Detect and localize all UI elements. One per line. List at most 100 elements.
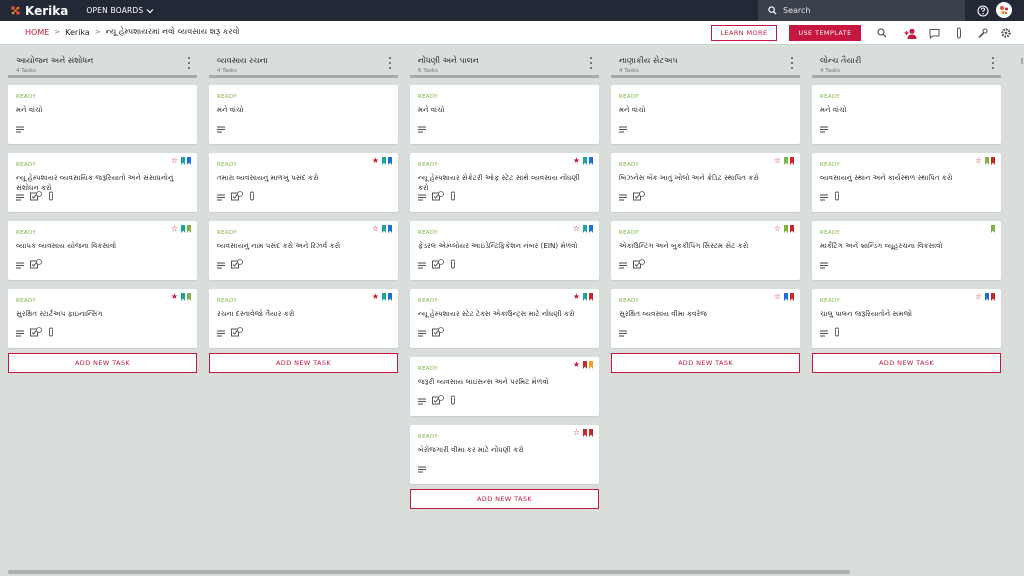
card-title: ફેડરલ એમ્પ્લોયર આઇડેન્ટિફિકેશન નંબર (EIN… (418, 241, 578, 250)
attachment-icon (450, 390, 456, 409)
description-icon (418, 390, 426, 409)
task-card[interactable]: READY મને વાંચો (410, 85, 599, 144)
task-card[interactable]: ☆ READY વ્યાપક વ્યવસાય યોજના વિકસાવો (8, 221, 197, 280)
use-template-button[interactable]: USE TEMPLATE (789, 25, 861, 41)
star-outline-icon[interactable]: ☆ (773, 157, 782, 165)
star-filled-icon[interactable]: ★ (371, 293, 380, 301)
task-card[interactable]: READY માર્કેટિંગ અને બ્રાન્ડિંગ વ્યૂહરચના… (812, 221, 1001, 280)
task-card[interactable]: ☆ READY ન્યૂ હેમ્પશાયર વ્યવસાયિક જરૂરિયાતો… (8, 153, 197, 212)
breadcrumb-home[interactable]: HOME (25, 28, 49, 37)
task-card[interactable]: READY મને વાંચો (812, 85, 1001, 144)
star-outline-icon[interactable]: ☆ (773, 225, 782, 233)
column-menu-icon[interactable] (789, 57, 795, 69)
add-new-task-button[interactable]: ADD NEW TASK (611, 353, 800, 373)
task-card[interactable]: ★ READY તમારા વ્યવસાયનું માળખું પસંદ કરો (209, 153, 398, 212)
task-card[interactable]: ★ READY સુરક્ષિત સ્ટાર્ટઅપ ફાઇનાન્સિંગ (8, 289, 197, 348)
card-title: માર્કેટિંગ અને બ્રાન્ડિંગ વ્યૂહરચના વિકસ… (820, 241, 943, 250)
task-card[interactable]: ☆ READY વ્યવસાયનું નામ પસંદ કરો અને રિઝર્વ… (209, 221, 398, 280)
task-card[interactable]: ☆ READY એકાઉન્ટિંગ અને બુકકીપિંગ સિસ્ટમ સે… (611, 221, 800, 280)
kerika-logo[interactable]: Kerika (10, 0, 68, 21)
blue-tag-icon (187, 157, 191, 165)
star-outline-icon[interactable]: ☆ (974, 293, 983, 301)
attachment-icon[interactable] (952, 26, 966, 40)
breadcrumb-org[interactable]: Kerika (65, 28, 90, 37)
blue-tag-icon (388, 157, 392, 165)
gear-icon[interactable] (999, 26, 1013, 40)
star-outline-icon[interactable]: ☆ (773, 293, 782, 301)
search-box[interactable] (758, 0, 965, 21)
star-filled-icon[interactable]: ★ (572, 157, 581, 165)
chat-icon[interactable] (927, 26, 941, 40)
description-icon (217, 322, 225, 341)
task-card[interactable]: ★ READY જરૂરી વ્યવસાય લાઇસન્સ અને પરમિટ મે… (410, 357, 599, 416)
task-card[interactable]: ☆ READY વ્યવસાયનું સ્થાન અને કાર્યસ્થળ સ્થ… (812, 153, 1001, 212)
card-status: READY (418, 298, 438, 304)
attachment-icon (48, 186, 54, 205)
task-card[interactable]: ☆ READY બિઝનેસ બેંક ખાતું ખોલો અને ક્રેડિટ… (611, 153, 800, 212)
chevron-down-icon (146, 8, 154, 13)
card-title: એકાઉન્ટિંગ અને બુકકીપિંગ સિસ્ટમ સેટ કરો (619, 241, 749, 250)
user-avatar[interactable] (996, 2, 1012, 18)
task-card[interactable]: ☆ READY બેરોજગારી વીમા કર માટે નોંધણી કરો (410, 425, 599, 484)
add-new-task-button[interactable]: ADD NEW TASK (812, 353, 1001, 373)
tools-icon[interactable] (975, 26, 989, 40)
star-outline-icon[interactable]: ☆ (371, 225, 380, 233)
green-tag-icon (784, 157, 788, 165)
description-icon (619, 254, 627, 273)
learn-more-button[interactable]: LEARN MORE (711, 25, 777, 41)
column-title[interactable]: આયોજન અને સંશોધન (16, 56, 93, 66)
star-filled-icon[interactable]: ★ (572, 361, 581, 369)
horizontal-scrollbar[interactable] (8, 570, 850, 574)
card-title: રચના દસ્તાવેજો તૈયાર કરો (217, 309, 295, 318)
column-title[interactable]: વ્યવસાય રચના (217, 56, 268, 66)
star-outline-icon[interactable]: ☆ (170, 157, 179, 165)
add-new-task-button[interactable]: ADD NEW TASK (209, 353, 398, 373)
task-card[interactable]: ★ READY ન્યૂ હેમ્પશાયર સેક્રેટરી ઓફ સ્ટેટ … (410, 153, 599, 212)
star-filled-icon[interactable]: ★ (170, 293, 179, 301)
task-card[interactable]: READY મને વાંચો (611, 85, 800, 144)
star-outline-icon[interactable]: ☆ (974, 157, 983, 165)
teal-tag-icon (583, 225, 587, 233)
star-filled-icon[interactable]: ★ (371, 157, 380, 165)
card-tags: ☆ (974, 293, 995, 301)
orange-tag-icon (589, 361, 593, 369)
add-new-task-button[interactable]: ADD NEW TASK (8, 353, 197, 373)
help-icon[interactable] (975, 3, 990, 18)
open-boards-menu[interactable]: OPEN BOARDS (86, 6, 154, 15)
column-menu-icon[interactable] (186, 57, 192, 69)
card-status: READY (217, 298, 237, 304)
task-card[interactable]: READY મને વાંચો (8, 85, 197, 144)
star-outline-icon[interactable]: ☆ (572, 225, 581, 233)
star-outline-icon[interactable]: ☆ (572, 429, 581, 437)
card-tags: ☆ (974, 157, 995, 165)
column-header: નાણાકીય સેટઅપ 4 Tasks (611, 48, 800, 80)
add-new-task-button[interactable]: ADD NEW TASK (410, 489, 599, 509)
column-title[interactable]: લોન્ચ તૈયારી (820, 56, 861, 66)
column-menu-icon[interactable] (387, 57, 393, 69)
card-tags: ★ (170, 293, 191, 301)
card-status: READY (820, 230, 840, 236)
star-outline-icon[interactable]: ☆ (170, 225, 179, 233)
attachment-icon (450, 254, 456, 273)
task-card[interactable]: ★ READY ન્યૂ હેમ્પશાયર સ્ટેટ ટેક્સ એકાઉન્ટ… (410, 289, 599, 348)
task-card[interactable]: READY મને વાંચો (209, 85, 398, 144)
card-title: વ્યાપક વ્યવસાય યોજના વિકસાવો (16, 241, 117, 250)
column-title[interactable]: નાણાકીય સેટઅપ (619, 56, 678, 66)
task-card[interactable]: ☆ READY ચાલુ પાલન જરૂરિયાતોને સમજો (812, 289, 1001, 348)
card-status: READY (418, 94, 438, 100)
teal-tag-icon (583, 157, 587, 165)
add-person-icon[interactable] (903, 26, 917, 40)
task-card[interactable]: ★ READY રચના દસ્તાવેજો તૈયાર કરો (209, 289, 398, 348)
search-board-icon[interactable] (875, 26, 889, 40)
column-title[interactable]: નોંધણી અને પાલન (418, 56, 479, 66)
attachment-icon (249, 186, 255, 205)
column-menu-icon[interactable] (990, 57, 996, 69)
search-input[interactable] (783, 6, 943, 15)
avatar-icon (1000, 6, 1008, 15)
column-menu-icon[interactable] (588, 57, 594, 69)
star-filled-icon[interactable]: ★ (572, 293, 581, 301)
task-card[interactable]: ☆ READY સુરક્ષિત વ્યવસાય વીમા કવરેજ (611, 289, 800, 348)
red-tag-icon (790, 293, 794, 301)
description-icon (619, 322, 627, 341)
task-card[interactable]: ☆ READY ફેડરલ એમ્પ્લોયર આઇડેન્ટિફિકેશન નંબ… (410, 221, 599, 280)
